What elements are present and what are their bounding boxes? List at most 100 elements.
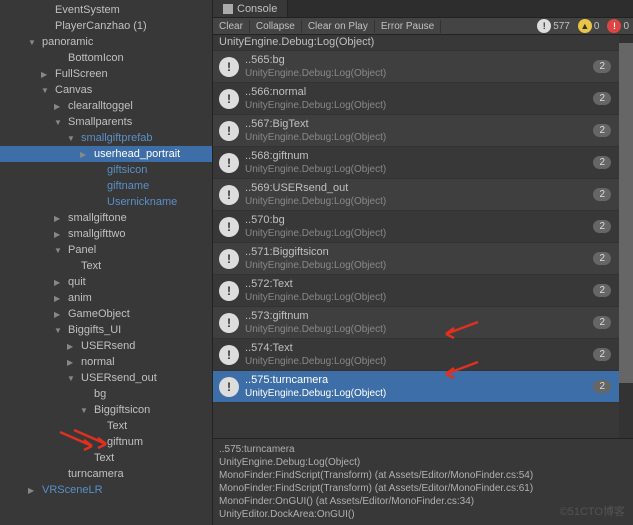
hierarchy-row[interactable]: ▶USERsend bbox=[0, 338, 212, 354]
console-item[interactable]: !..566:normalUnityEngine.Debug:Log(Objec… bbox=[213, 83, 619, 115]
hierarchy-row[interactable]: ▶clearalltoggel bbox=[0, 98, 212, 114]
hierarchy-row[interactable]: Text bbox=[0, 258, 212, 274]
expand-toggle[interactable]: ▶ bbox=[54, 310, 66, 319]
expand-toggle[interactable]: ▶ bbox=[54, 294, 66, 303]
log-info-icon: ! bbox=[219, 89, 239, 109]
expand-toggle[interactable]: ▶ bbox=[54, 278, 66, 287]
hierarchy-item-label: Biggifts_UI bbox=[66, 324, 121, 336]
console-item[interactable]: !..571:BiggiftsiconUnityEngine.Debug:Log… bbox=[213, 243, 619, 275]
expand-toggle[interactable]: ▶ bbox=[28, 486, 40, 495]
hierarchy-row[interactable]: ▼panoramic bbox=[0, 34, 212, 50]
collapse-button[interactable]: Collapse bbox=[250, 20, 302, 33]
log-line-2: UnityEngine.Debug:Log(Object) bbox=[245, 131, 593, 144]
expand-toggle[interactable]: ▼ bbox=[67, 374, 79, 383]
hierarchy-row[interactable]: ▼Smallparents bbox=[0, 114, 212, 130]
info-count[interactable]: ! 577 bbox=[533, 19, 574, 33]
console-item[interactable]: !..567:BigTextUnityEngine.Debug:Log(Obje… bbox=[213, 115, 619, 147]
log-line-1: ..565:bg bbox=[245, 54, 593, 67]
hierarchy-item-label: smallgiftone bbox=[66, 212, 127, 224]
error-count[interactable]: ! 0 bbox=[603, 19, 633, 33]
collapse-count-badge: 2 bbox=[593, 60, 611, 73]
log-line-2: UnityEngine.Debug:Log(Object) bbox=[245, 323, 593, 336]
expand-toggle[interactable]: ▶ bbox=[54, 230, 66, 239]
console-scrollbar[interactable] bbox=[619, 35, 633, 438]
hierarchy-row[interactable]: ▶quit bbox=[0, 274, 212, 290]
expand-toggle[interactable]: ▼ bbox=[67, 134, 79, 143]
console-item[interactable]: UnityEngine.Debug:Log(Object) bbox=[213, 35, 619, 51]
hierarchy-row[interactable]: ▶smallgiftone bbox=[0, 210, 212, 226]
hierarchy-row[interactable]: ▶smallgifttwo bbox=[0, 226, 212, 242]
hierarchy-row[interactable]: ▼Canvas bbox=[0, 82, 212, 98]
hierarchy-row[interactable]: giftname bbox=[0, 178, 212, 194]
log-info-icon: ! bbox=[219, 249, 239, 269]
expand-toggle[interactable]: ▼ bbox=[54, 118, 66, 127]
expand-toggle[interactable]: ▶ bbox=[80, 150, 92, 159]
collapse-count-badge: 2 bbox=[593, 124, 611, 137]
hierarchy-panel[interactable]: EventSystemPlayerCanzhao (1)▼panoramic Bo… bbox=[0, 0, 212, 525]
console-item[interactable]: !..575:turncameraUnityEngine.Debug:Log(O… bbox=[213, 371, 619, 403]
hierarchy-row[interactable]: ▶GameObject bbox=[0, 306, 212, 322]
console-item[interactable]: !..574:TextUnityEngine.Debug:Log(Object)… bbox=[213, 339, 619, 371]
log-line-2: UnityEngine.Debug:Log(Object) bbox=[245, 163, 593, 176]
console-list[interactable]: UnityEngine.Debug:Log(Object)!..565:bgUn… bbox=[213, 35, 619, 438]
hierarchy-row[interactable]: bg bbox=[0, 386, 212, 402]
hierarchy-row[interactable]: turncamera bbox=[0, 466, 212, 482]
hierarchy-item-label: FullScreen bbox=[53, 68, 108, 80]
hierarchy-row[interactable]: Text bbox=[0, 450, 212, 466]
error-icon: ! bbox=[607, 19, 621, 33]
hierarchy-item-label: turncamera bbox=[66, 468, 124, 480]
expand-toggle[interactable]: ▶ bbox=[67, 358, 79, 367]
expand-toggle[interactable]: ▶ bbox=[54, 214, 66, 223]
console-item[interactable]: !..569:USERsend_outUnityEngine.Debug:Log… bbox=[213, 179, 619, 211]
hierarchy-row[interactable]: giftnum bbox=[0, 434, 212, 450]
log-info-icon: ! bbox=[219, 377, 239, 397]
expand-toggle[interactable]: ▶ bbox=[41, 70, 53, 79]
console-item[interactable]: !..573:giftnumUnityEngine.Debug:Log(Obje… bbox=[213, 307, 619, 339]
console-item[interactable]: !..565:bgUnityEngine.Debug:Log(Object)2 bbox=[213, 51, 619, 83]
console-item[interactable]: !..568:giftnumUnityEngine.Debug:Log(Obje… bbox=[213, 147, 619, 179]
hierarchy-row[interactable]: ▶normal bbox=[0, 354, 212, 370]
clear-on-play-button[interactable]: Clear on Play bbox=[302, 20, 375, 33]
hierarchy-row[interactable]: PlayerCanzhao (1) bbox=[0, 18, 212, 34]
log-line-2: UnityEngine.Debug:Log(Object) bbox=[245, 291, 593, 304]
expand-toggle[interactable]: ▼ bbox=[54, 246, 66, 255]
log-line-1: ..570:bg bbox=[245, 214, 593, 227]
hierarchy-item-label: giftname bbox=[105, 180, 149, 192]
hierarchy-item-label: anim bbox=[66, 292, 92, 304]
log-line-1: ..569:USERsend_out bbox=[245, 182, 593, 195]
expand-toggle[interactable]: ▶ bbox=[67, 342, 79, 351]
log-line-1: ..567:BigText bbox=[245, 118, 593, 131]
hierarchy-row[interactable]: ▼smallgiftprefab bbox=[0, 130, 212, 146]
hierarchy-row[interactable]: Usernickname bbox=[0, 194, 212, 210]
warn-count[interactable]: ▲ 0 bbox=[574, 19, 604, 33]
error-pause-button[interactable]: Error Pause bbox=[375, 20, 441, 33]
hierarchy-row[interactable]: Text bbox=[0, 418, 212, 434]
hierarchy-item-label: Biggiftsicon bbox=[92, 404, 150, 416]
console-tab[interactable]: Console bbox=[213, 0, 288, 17]
log-line-1: ..573:giftnum bbox=[245, 310, 593, 323]
hierarchy-row[interactable]: ▶VRSceneLR bbox=[0, 482, 212, 498]
hierarchy-row[interactable]: EventSystem bbox=[0, 2, 212, 18]
hierarchy-row[interactable]: ▼Biggifts_UI bbox=[0, 322, 212, 338]
console-item[interactable]: !..570:bgUnityEngine.Debug:Log(Object)2 bbox=[213, 211, 619, 243]
log-line-2: UnityEngine.Debug:Log(Object) bbox=[245, 195, 593, 208]
collapse-count-badge: 2 bbox=[593, 316, 611, 329]
expand-toggle[interactable]: ▼ bbox=[54, 326, 66, 335]
console-item[interactable]: !..572:TextUnityEngine.Debug:Log(Object)… bbox=[213, 275, 619, 307]
expand-toggle[interactable]: ▼ bbox=[28, 38, 40, 47]
hierarchy-row[interactable]: ▼Biggiftsicon bbox=[0, 402, 212, 418]
hierarchy-row[interactable]: ▶FullScreen bbox=[0, 66, 212, 82]
expand-toggle[interactable]: ▼ bbox=[80, 406, 92, 415]
hierarchy-row[interactable]: BottomIcon bbox=[0, 50, 212, 66]
hierarchy-row[interactable]: ▼Panel bbox=[0, 242, 212, 258]
expand-toggle[interactable]: ▼ bbox=[41, 86, 53, 95]
hierarchy-row[interactable]: ▼USERsend_out bbox=[0, 370, 212, 386]
hierarchy-row[interactable]: giftsicon bbox=[0, 162, 212, 178]
hierarchy-row[interactable]: ▶userhead_portrait bbox=[0, 146, 212, 162]
console-tab-icon bbox=[223, 4, 233, 14]
clear-button[interactable]: Clear bbox=[213, 20, 250, 33]
hierarchy-row[interactable]: ▶anim bbox=[0, 290, 212, 306]
hierarchy-item-label: smallgiftprefab bbox=[79, 132, 153, 144]
hierarchy-item-label: BottomIcon bbox=[66, 52, 124, 64]
expand-toggle[interactable]: ▶ bbox=[54, 102, 66, 111]
